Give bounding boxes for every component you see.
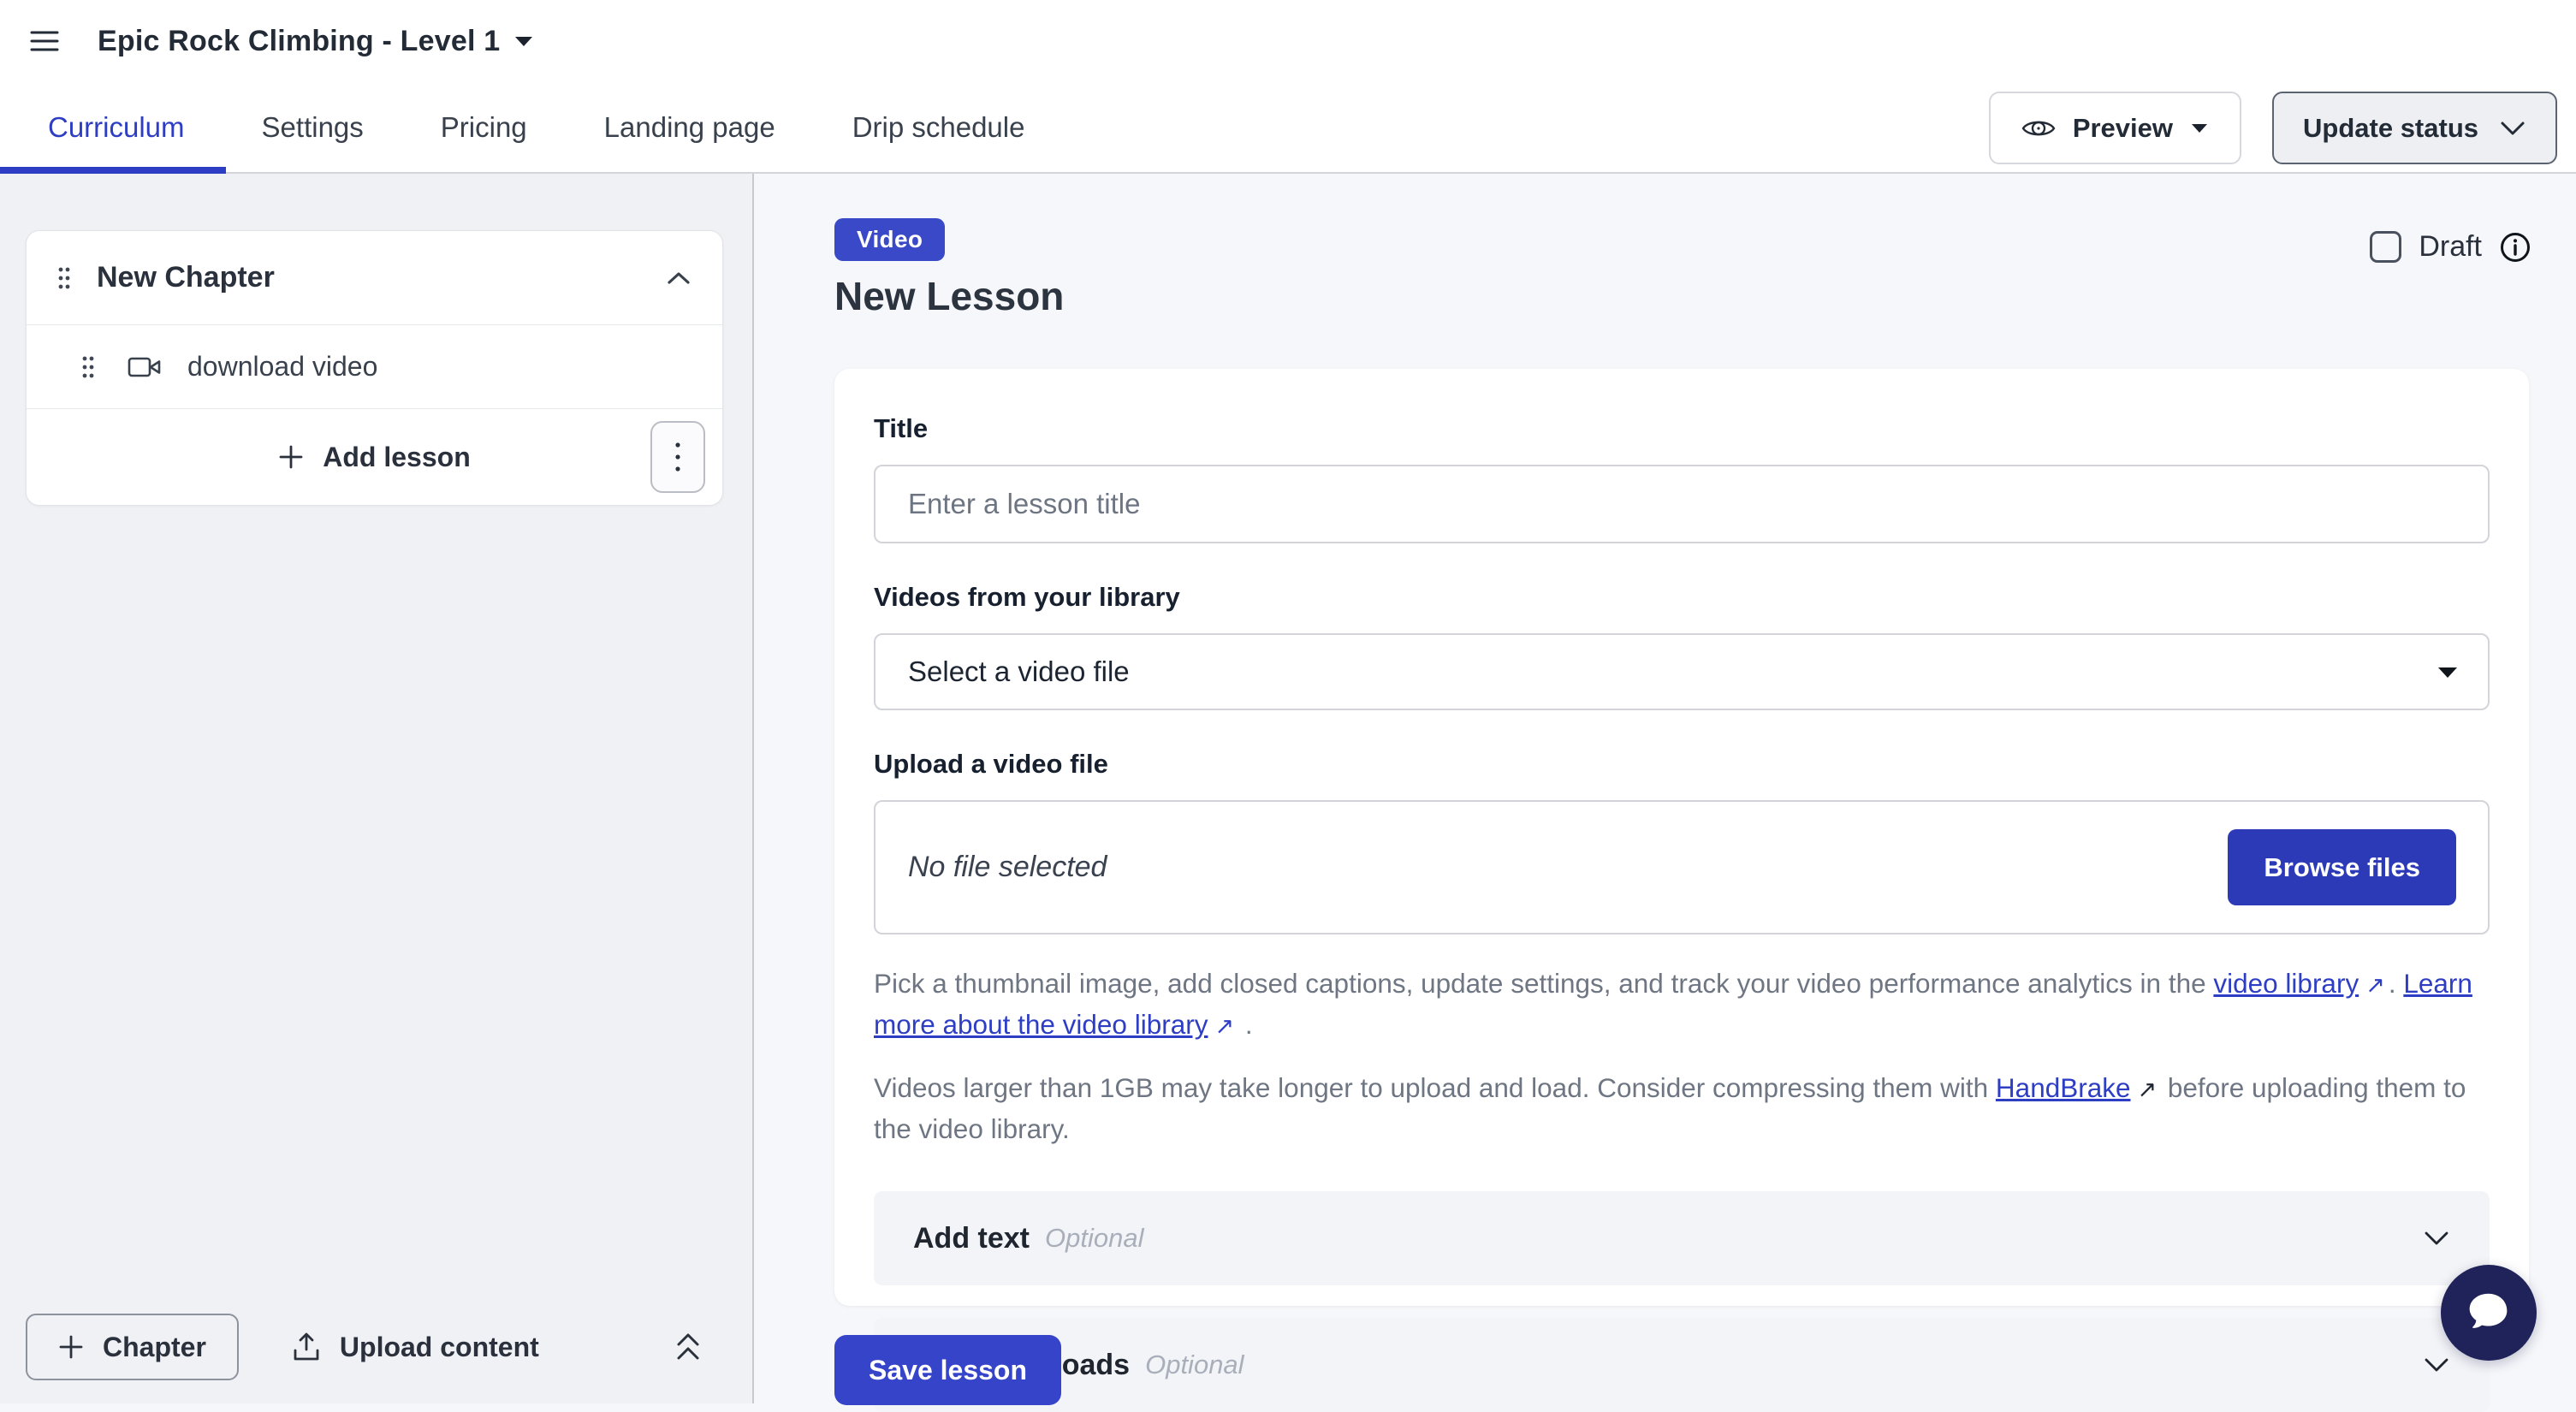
upload-label: Upload a video file [874,749,2490,780]
update-status-chevron-down-icon [2499,120,2526,137]
external-link-arrow-icon: ↗ [1214,1006,1234,1046]
preview-button[interactable]: Preview [1989,92,2241,164]
video-library-link[interactable]: video library [2213,968,2359,999]
tab-drip-schedule[interactable]: Drip schedule [852,111,1025,144]
save-lesson-button[interactable]: Save lesson [834,1335,1061,1405]
lesson-title-input[interactable] [874,465,2490,543]
chapter-title[interactable]: New Chapter [97,261,275,294]
course-caret-down-icon[interactable] [513,35,534,47]
body-row: New Chapter [0,174,2576,1403]
chapter-card: New Chapter [26,230,723,506]
library-label: Videos from your library [874,582,2490,613]
drag-handle-icon[interactable] [57,266,71,290]
chapter-header-row[interactable]: New Chapter [27,231,722,325]
upload-content-label: Upload content [340,1332,539,1363]
tab-pricing[interactable]: Pricing [441,111,527,144]
lesson-item-download-video[interactable]: download video [27,325,722,409]
tab-curriculum[interactable]: Curriculum [48,111,185,144]
course-builder-app: Epic Rock Climbing - Level 1 Curriculum … [0,0,2576,1403]
chat-widget-button[interactable] [2441,1265,2537,1361]
chapter-collapse-chevron-up-icon[interactable] [666,270,691,286]
plus-icon [278,444,304,470]
update-status-button[interactable]: Update status [2272,92,2557,164]
compression-help-text: Videos larger than 1GB may take longer t… [874,1068,2490,1148]
lesson-head: Video New Lesson [834,218,2576,319]
add-downloads-accordion[interactable]: Add downloads Optional [874,1318,2490,1412]
select-caret-down-icon [2437,666,2459,679]
handbrake-link[interactable]: HandBrake [1996,1072,2131,1103]
chapter-kebab-menu-button[interactable] [650,421,705,493]
add-lesson-button[interactable]: Add lesson [278,442,470,473]
add-lesson-label: Add lesson [323,442,470,473]
active-tab-underline [0,167,226,174]
help-text-segment: Videos larger than 1GB may take longer t… [874,1072,1996,1103]
library-field-group: Videos from your library Select a video … [874,582,2490,710]
lesson-title: download video [187,351,377,383]
help-text-segment: . [2389,968,2404,999]
title-label: Title [874,413,2490,444]
video-file-dropzone[interactable]: No file selected Browse files [874,800,2490,934]
tab-bar: Curriculum Settings Pricing Landing page… [0,82,2576,174]
title-field-group: Title [874,413,2490,543]
eye-icon [2021,116,2056,140]
sidebar-footer: Chapter Upload content [0,1290,752,1403]
drag-handle-icon[interactable] [81,355,95,379]
add-chapter-button[interactable]: Chapter [26,1314,239,1380]
draft-toggle-group: Draft [2370,230,2531,264]
curriculum-sidebar: New Chapter [0,174,754,1403]
upload-field-group: Upload a video file No file selected Bro… [874,749,2490,934]
help-text-segment: Pick a thumbnail image, add closed capti… [874,968,2213,999]
chevron-down-icon [2423,1230,2450,1247]
info-icon[interactable] [2499,231,2531,264]
collapse-all-chevrons-up-icon[interactable] [672,1329,704,1365]
video-camera-icon [128,355,162,379]
browse-files-button[interactable]: Browse files [2228,829,2456,905]
lesson-type-badge: Video [834,218,945,261]
course-title[interactable]: Epic Rock Climbing - Level 1 [98,25,500,58]
add-lesson-row: Add lesson [27,409,722,505]
tab-landing-page[interactable]: Landing page [604,111,775,144]
lesson-form-card: Title Videos from your library Select a … [834,369,2529,1306]
hamburger-menu-icon[interactable] [27,24,62,58]
video-library-help-text: Pick a thumbnail image, add closed capti… [874,964,2490,1046]
tab-settings[interactable]: Settings [262,111,364,144]
add-downloads-optional-label: Optional [1145,1350,1243,1380]
upload-status-text: No file selected [908,851,1107,884]
lesson-editor-main: Video New Lesson Draft Title Videos from… [754,174,2576,1403]
draft-checkbox[interactable] [2370,231,2401,263]
top-band: Epic Rock Climbing - Level 1 Curriculum … [0,0,2576,174]
add-text-accordion[interactable]: Add text Optional [874,1191,2490,1285]
speech-bubble-icon [2464,1290,2514,1336]
plus-icon [58,1334,84,1360]
add-text-optional-label: Optional [1045,1223,1143,1254]
upload-icon [292,1332,321,1362]
update-status-label: Update status [2303,113,2478,144]
video-library-select[interactable]: Select a video file [874,633,2490,710]
header-actions: Preview Update status [1989,92,2557,164]
draft-label: Draft [2419,230,2482,264]
video-library-selected-value: Select a video file [908,656,1130,688]
help-text-segment: . [1238,1009,1253,1040]
upload-content-button[interactable]: Upload content [292,1332,539,1363]
app-header: Epic Rock Climbing - Level 1 [0,0,2576,82]
preview-label: Preview [2073,113,2173,144]
add-text-label: Add text [913,1222,1030,1255]
page-title: New Lesson [834,273,2576,319]
preview-caret-down-icon [2190,122,2209,133]
external-link-arrow-icon: ↗ [2365,965,2385,1005]
add-chapter-label: Chapter [103,1332,206,1363]
external-link-arrow-icon: ↗ [2138,1070,2158,1109]
chevron-down-icon [2423,1356,2450,1373]
